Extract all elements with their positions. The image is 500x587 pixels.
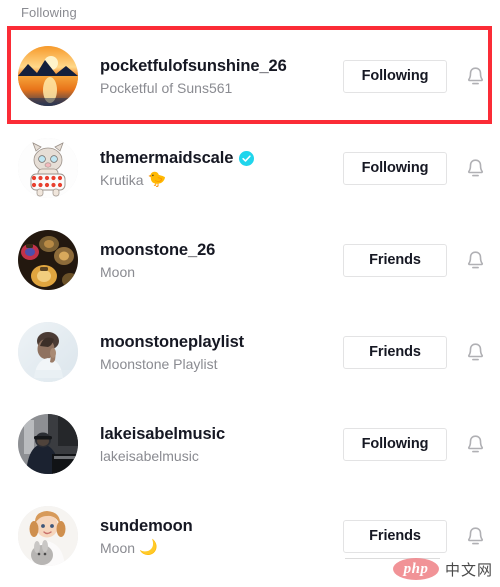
- username-line: lakeisabelmusic: [100, 425, 343, 444]
- username-line: sundemoon: [100, 517, 343, 536]
- username-line: moonstone_26: [100, 241, 343, 260]
- user-row[interactable]: lakeisabelmusic lakeisabelmusic Followin…: [0, 398, 500, 490]
- follow-status-button[interactable]: Friends: [343, 519, 447, 553]
- row-actions: Following: [343, 151, 500, 185]
- user-names: moonstoneplaylist Moonstone Playlist: [100, 333, 343, 372]
- follow-status-button[interactable]: Following: [343, 151, 447, 185]
- username[interactable]: lakeisabelmusic: [100, 425, 225, 444]
- follow-status-button[interactable]: Friends: [343, 335, 447, 369]
- follow-status-button[interactable]: Friends: [343, 243, 447, 277]
- php-logo: php: [392, 558, 439, 580]
- row-actions: Friends: [343, 243, 500, 277]
- username-line: pocketfulofsunshine_26: [100, 57, 343, 76]
- verified-badge-icon: [239, 150, 255, 166]
- avatar[interactable]: [18, 230, 78, 290]
- username-line: themermaidscale: [100, 149, 343, 168]
- follow-status-button[interactable]: Following: [343, 427, 447, 461]
- nickname: Moonstone Playlist: [100, 355, 218, 372]
- nickname-line: Krutika 🐤: [100, 172, 343, 188]
- username[interactable]: pocketfulofsunshine_26: [100, 57, 287, 76]
- user-row[interactable]: moonstone_26 Moon Friends: [0, 214, 500, 306]
- watermark-site-text: 中文网: [444, 561, 493, 579]
- nickname: Krutika: [100, 171, 144, 188]
- nickname: Moon: [100, 539, 136, 556]
- follow-status-button[interactable]: Following: [343, 59, 447, 93]
- row-actions: Friends: [343, 519, 500, 553]
- user-names: themermaidscale Krutika 🐤: [100, 149, 343, 188]
- avatar[interactable]: [18, 506, 78, 566]
- user-row[interactable]: pocketfulofsunshine_26 Pocketful of Suns…: [0, 30, 500, 122]
- row-actions: Friends: [343, 335, 500, 369]
- nickname-line: Moon 🌙: [100, 540, 343, 556]
- bell-icon[interactable]: [462, 245, 488, 275]
- avatar[interactable]: [18, 322, 78, 382]
- bell-icon[interactable]: [462, 429, 488, 459]
- row-actions: Following: [343, 427, 500, 461]
- bell-icon[interactable]: [462, 61, 488, 91]
- nickname-line: Moonstone Playlist: [100, 356, 343, 372]
- nickname-line: lakeisabelmusic: [100, 448, 343, 464]
- nickname-line: Pocketful of Suns561: [100, 80, 343, 96]
- username[interactable]: themermaidscale: [100, 149, 233, 168]
- nickname: Pocketful of Suns561: [100, 79, 233, 96]
- watermark: php 中文网: [392, 558, 493, 580]
- username[interactable]: moonstoneplaylist: [100, 333, 244, 352]
- user-names: sundemoon Moon 🌙: [100, 517, 343, 556]
- username-line: moonstoneplaylist: [100, 333, 343, 352]
- username[interactable]: moonstone_26: [100, 241, 215, 260]
- user-names: moonstone_26 Moon: [100, 241, 343, 280]
- user-names: lakeisabelmusic lakeisabelmusic: [100, 425, 343, 464]
- bell-icon[interactable]: [462, 337, 488, 367]
- row-actions: Following: [343, 59, 500, 93]
- user-row[interactable]: themermaidscale Krutika 🐤 Following: [0, 122, 500, 214]
- avatar[interactable]: [18, 414, 78, 474]
- nickname: lakeisabelmusic: [100, 447, 199, 464]
- following-user-list: pocketfulofsunshine_26 Pocketful of Suns…: [0, 30, 500, 582]
- bell-icon[interactable]: [462, 521, 488, 551]
- user-names: pocketfulofsunshine_26 Pocketful of Suns…: [100, 57, 343, 96]
- user-row[interactable]: moonstoneplaylist Moonstone Playlist Fri…: [0, 306, 500, 398]
- nickname-emoji: 🐤: [147, 171, 167, 188]
- username[interactable]: sundemoon: [100, 517, 193, 536]
- avatar[interactable]: [18, 138, 78, 198]
- avatar[interactable]: [18, 46, 78, 106]
- nickname-emoji: 🌙: [139, 539, 158, 556]
- nickname-line: Moon: [100, 264, 343, 280]
- bell-icon[interactable]: [462, 153, 488, 183]
- section-header: Following: [21, 5, 77, 20]
- nickname: Moon: [100, 263, 136, 280]
